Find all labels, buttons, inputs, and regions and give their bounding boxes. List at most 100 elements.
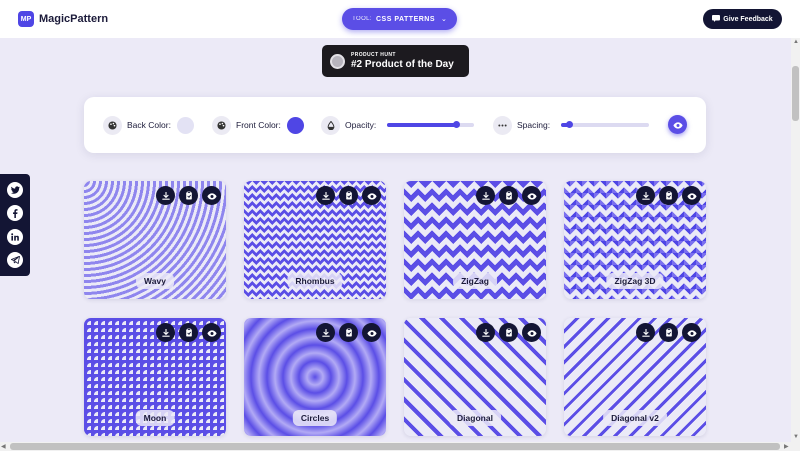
spacing-icon xyxy=(493,115,512,135)
pattern-card[interactable]: Circles xyxy=(244,318,386,436)
vertical-scroll-thumb[interactable] xyxy=(792,66,799,121)
pattern-name: Circles xyxy=(292,410,338,426)
pattern-card[interactable]: Diagonal v2 xyxy=(564,318,706,436)
pattern-name: Moon xyxy=(135,410,175,426)
eye-icon xyxy=(206,187,217,205)
eye-icon xyxy=(526,324,537,342)
pattern-card[interactable]: Moon xyxy=(84,318,226,436)
preview-pattern-button[interactable] xyxy=(202,186,221,205)
spacing-slider[interactable] xyxy=(561,121,650,128)
spacing-label: Spacing: xyxy=(517,120,551,130)
eye-icon xyxy=(526,187,537,205)
pattern-card[interactable]: ZigZag 3D xyxy=(564,181,706,299)
horizontal-scroll-thumb[interactable] xyxy=(10,443,780,450)
download-icon xyxy=(161,324,170,342)
product-hunt-label: PRODUCT HUNT xyxy=(351,52,396,58)
preview-pattern-button[interactable] xyxy=(522,186,541,205)
spacing-slider-thumb[interactable] xyxy=(566,121,574,128)
linkedin-icon[interactable] xyxy=(7,228,23,245)
copy-css-button[interactable] xyxy=(339,186,358,205)
download-icon xyxy=(161,187,170,205)
card-actions xyxy=(316,323,381,342)
download-button[interactable] xyxy=(476,186,495,205)
copy-css-button[interactable] xyxy=(179,186,198,205)
vertical-scrollbar[interactable]: ▲ ▼ xyxy=(791,38,800,442)
preview-pattern-button[interactable] xyxy=(362,323,381,342)
back-color-control[interactable]: Back Color: xyxy=(103,97,194,153)
scroll-left-arrow-icon[interactable]: ◀ xyxy=(1,443,6,450)
opacity-slider[interactable] xyxy=(387,121,475,128)
clipboard-icon xyxy=(505,187,513,205)
copy-css-button[interactable] xyxy=(339,323,358,342)
preview-pattern-button[interactable] xyxy=(202,323,221,342)
opacity-slider-thumb[interactable] xyxy=(453,121,461,128)
download-button[interactable] xyxy=(156,186,175,205)
preview-pattern-button[interactable] xyxy=(682,323,701,342)
opacity-control: Opacity: xyxy=(321,97,475,153)
medal-icon xyxy=(330,53,345,69)
telegram-icon[interactable] xyxy=(7,252,23,269)
eye-icon xyxy=(686,187,697,205)
download-button[interactable] xyxy=(476,323,495,342)
eye-icon xyxy=(206,324,217,342)
horizontal-scrollbar[interactable]: ◀ ▶ xyxy=(0,442,800,451)
copy-css-button[interactable] xyxy=(659,186,678,205)
tool-selector-button[interactable]: TOOL: CSS PATTERNS ⌄ xyxy=(342,8,457,30)
download-button[interactable] xyxy=(316,186,335,205)
download-icon xyxy=(641,324,650,342)
preview-pattern-button[interactable] xyxy=(682,186,701,205)
download-icon xyxy=(481,187,490,205)
scroll-down-arrow-icon[interactable]: ▼ xyxy=(793,434,799,440)
card-actions xyxy=(316,186,381,205)
pattern-card[interactable]: ZigZag xyxy=(404,181,546,299)
card-actions xyxy=(636,186,701,205)
back-color-swatch[interactable] xyxy=(176,116,194,134)
front-color-label: Front Color: xyxy=(236,120,281,130)
scroll-up-arrow-icon[interactable]: ▲ xyxy=(793,39,799,45)
tool-name: CSS PATTERNS xyxy=(376,15,436,23)
card-actions xyxy=(476,186,541,205)
card-actions xyxy=(636,323,701,342)
download-icon xyxy=(481,324,490,342)
download-button[interactable] xyxy=(636,186,655,205)
eye-icon xyxy=(672,116,683,134)
droplet-icon xyxy=(321,115,340,135)
preview-pattern-button[interactable] xyxy=(522,323,541,342)
tool-prefix: TOOL: xyxy=(352,16,372,22)
front-color-control[interactable]: Front Color: xyxy=(212,97,304,153)
copy-css-button[interactable] xyxy=(179,323,198,342)
copy-css-button[interactable] xyxy=(499,186,518,205)
feedback-icon xyxy=(712,14,721,24)
front-color-swatch[interactable] xyxy=(286,116,304,134)
give-feedback-button[interactable]: Give Feedback xyxy=(703,9,782,29)
pattern-card[interactable]: Diagonal xyxy=(404,318,546,436)
pattern-card[interactable]: Wavy xyxy=(84,181,226,299)
logo[interactable]: MP MagicPattern xyxy=(18,11,108,27)
copy-css-button[interactable] xyxy=(499,323,518,342)
opacity-slider-fill xyxy=(387,123,457,127)
pattern-controls-panel: Back Color: Front Color: Opacity: Spacin… xyxy=(84,97,706,153)
clipboard-icon xyxy=(345,324,353,342)
preview-pattern-button[interactable] xyxy=(362,186,381,205)
social-share-sidebar xyxy=(0,174,30,276)
clipboard-icon xyxy=(185,324,193,342)
copy-css-button[interactable] xyxy=(659,323,678,342)
scroll-right-arrow-icon[interactable]: ▶ xyxy=(784,443,789,450)
download-button[interactable] xyxy=(316,323,335,342)
eye-icon xyxy=(686,324,697,342)
card-actions xyxy=(156,186,221,205)
download-button[interactable] xyxy=(636,323,655,342)
logo-mark-icon: MP xyxy=(18,11,34,27)
preview-button[interactable] xyxy=(668,115,687,134)
product-hunt-badge[interactable]: PRODUCT HUNT #2 Product of the Day xyxy=(322,45,469,77)
eye-icon xyxy=(366,187,377,205)
twitter-icon[interactable] xyxy=(7,181,23,198)
clipboard-icon xyxy=(665,187,673,205)
card-actions xyxy=(476,323,541,342)
facebook-icon[interactable] xyxy=(7,205,23,222)
download-button[interactable] xyxy=(156,323,175,342)
palette-icon xyxy=(103,115,122,135)
card-actions xyxy=(156,323,221,342)
pattern-name: Wavy xyxy=(136,273,174,289)
pattern-card[interactable]: Rhombus xyxy=(244,181,386,299)
